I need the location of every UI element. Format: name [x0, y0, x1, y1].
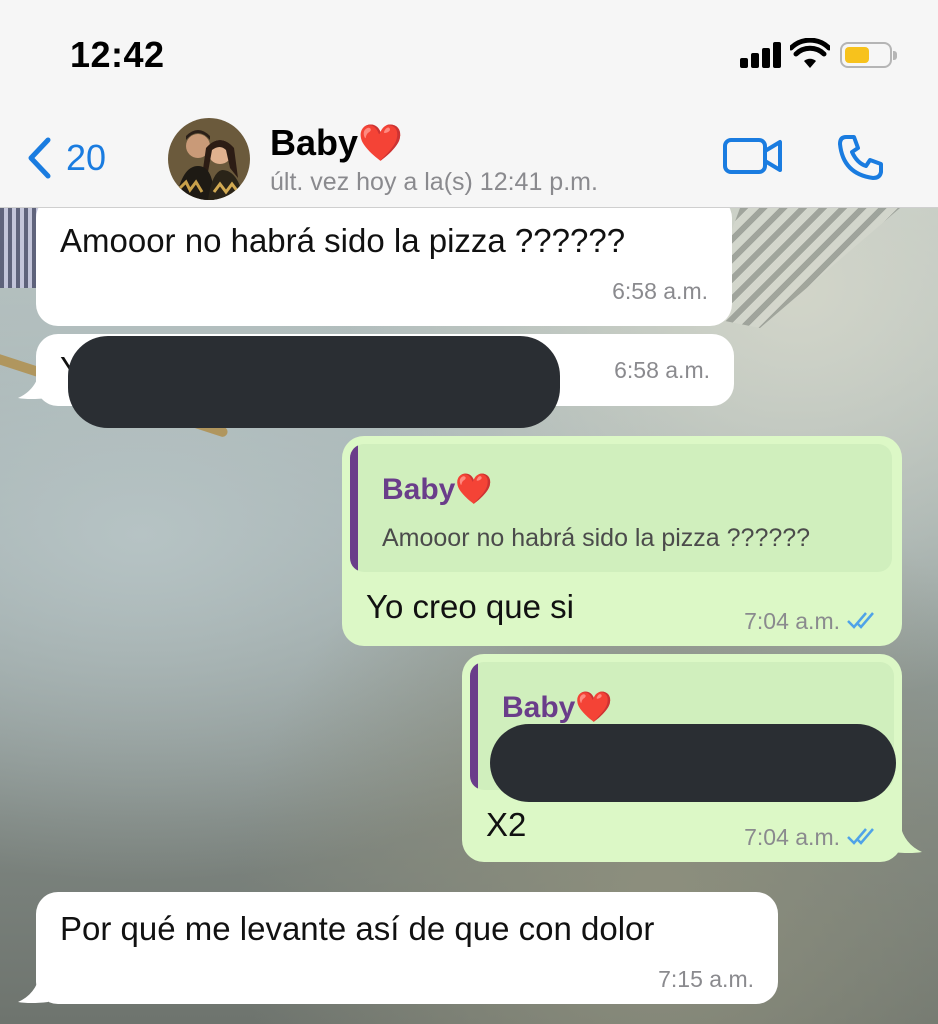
status-bar: 12:42: [0, 0, 938, 108]
bubble-tail: [892, 824, 922, 853]
reply-quote[interactable]: Baby❤️ Amooor no habrá sido la pizza ???…: [350, 444, 892, 572]
read-ticks-icon: [847, 612, 874, 629]
unread-count: 20: [66, 137, 107, 178]
back-button[interactable]: 20: [26, 134, 106, 182]
message-text: X2: [486, 806, 527, 843]
heart-emoji: ❤️: [455, 473, 493, 506]
chat-area[interactable]: Amooor no habrá sido la pizza ?????? 6:5…: [0, 208, 938, 1024]
reply-quote-bar: [350, 444, 358, 572]
redaction-block: [490, 724, 896, 802]
heart-emoji: ❤️: [358, 122, 403, 163]
message-time: 6:58 a.m.: [614, 357, 710, 383]
message-text: Amooor no habrá sido la pizza ??????: [60, 222, 626, 259]
reply-quote-author: Baby❤️: [382, 473, 493, 506]
last-seen-status: últ. vez hoy a la(s) 12:41 p.m.: [270, 168, 598, 196]
battery-icon: [840, 42, 897, 68]
wifi-icon: [790, 38, 830, 68]
read-ticks-icon: [847, 828, 874, 845]
reply-quote-bar: [470, 662, 478, 790]
message-text: Yo creo que si: [366, 588, 574, 625]
message-text: Por qué me levante así de que con dolor: [60, 910, 655, 947]
message-bubble-outgoing[interactable]: Baby❤️ Amooor no habrá sido la pizza ???…: [342, 436, 902, 646]
message-bubble-incoming[interactable]: Amooor no habrá sido la pizza ?????? 6:5…: [36, 208, 732, 326]
phone-call-icon[interactable]: [836, 132, 886, 182]
redaction-block: [68, 336, 560, 428]
chat-header: 20 Baby❤️ últ. vez hoy a la(s) 12:41 p.m…: [0, 108, 938, 208]
reply-quote-text: Amooor no habrá sido la pizza ??????: [382, 524, 811, 552]
video-call-icon[interactable]: [722, 136, 784, 176]
message-bubble-incoming[interactable]: Por qué me levante así de que con dolor …: [36, 892, 778, 1004]
reply-quote-author: Baby❤️: [502, 691, 613, 724]
back-chevron-icon: [28, 137, 51, 179]
heart-emoji: ❤️: [575, 691, 613, 724]
signal-icon: [740, 42, 784, 68]
message-time: 7:15 a.m.: [658, 966, 754, 992]
message-time: 7:04 a.m.: [744, 608, 840, 634]
avatar[interactable]: [168, 118, 250, 200]
message-time: 7:04 a.m.: [744, 824, 840, 850]
message-time: 6:58 a.m.: [612, 278, 708, 304]
contact-name[interactable]: Baby❤️: [270, 122, 403, 164]
status-time: 12:42: [70, 34, 165, 75]
